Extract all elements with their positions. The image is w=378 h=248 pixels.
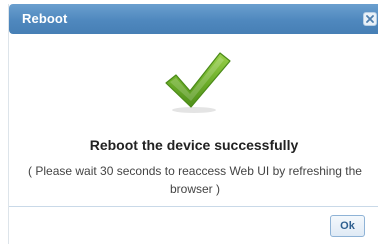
reaccess-note: ( Please wait 30 seconds to reaccess Web…: [28, 164, 362, 196]
footer-divider: [9, 206, 378, 207]
dialog-titlebar: Reboot: [9, 4, 378, 34]
reboot-dialog: Reboot Reboot the device successfully ( …: [8, 4, 378, 244]
ok-button[interactable]: Ok: [330, 215, 365, 237]
dialog-title: Reboot: [22, 11, 68, 26]
checkmark-icon: [160, 47, 232, 115]
close-button[interactable]: [363, 12, 377, 26]
success-message: Reboot the device successfully: [89, 137, 299, 153]
close-icon: [366, 15, 374, 23]
